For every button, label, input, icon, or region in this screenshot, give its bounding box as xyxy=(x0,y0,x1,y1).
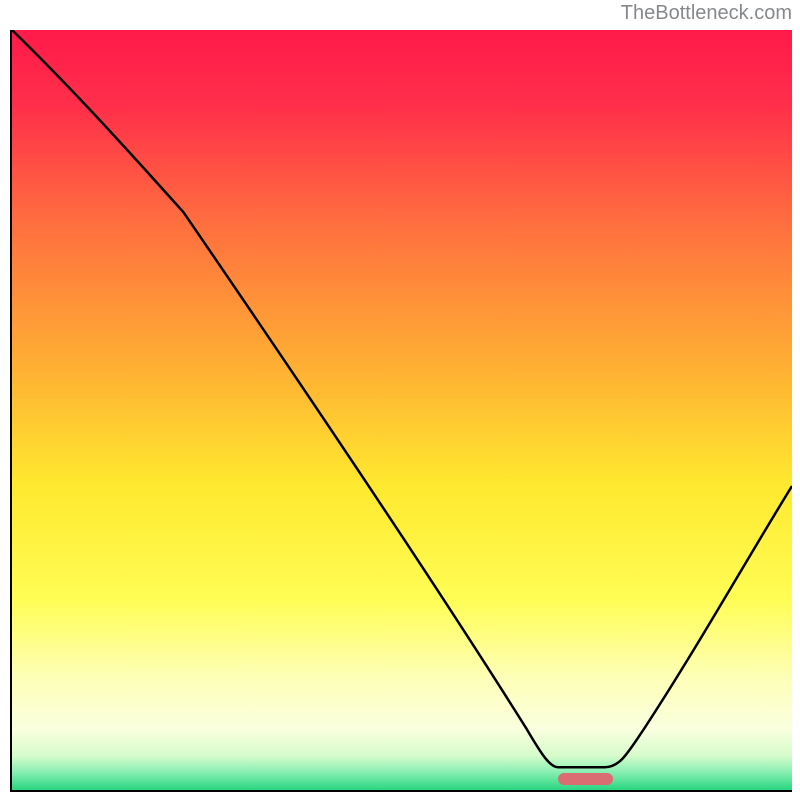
chart-area xyxy=(10,30,792,792)
watermark-text: TheBottleneck.com xyxy=(621,2,792,25)
chart-curve xyxy=(12,30,792,790)
optimal-marker xyxy=(558,773,613,785)
